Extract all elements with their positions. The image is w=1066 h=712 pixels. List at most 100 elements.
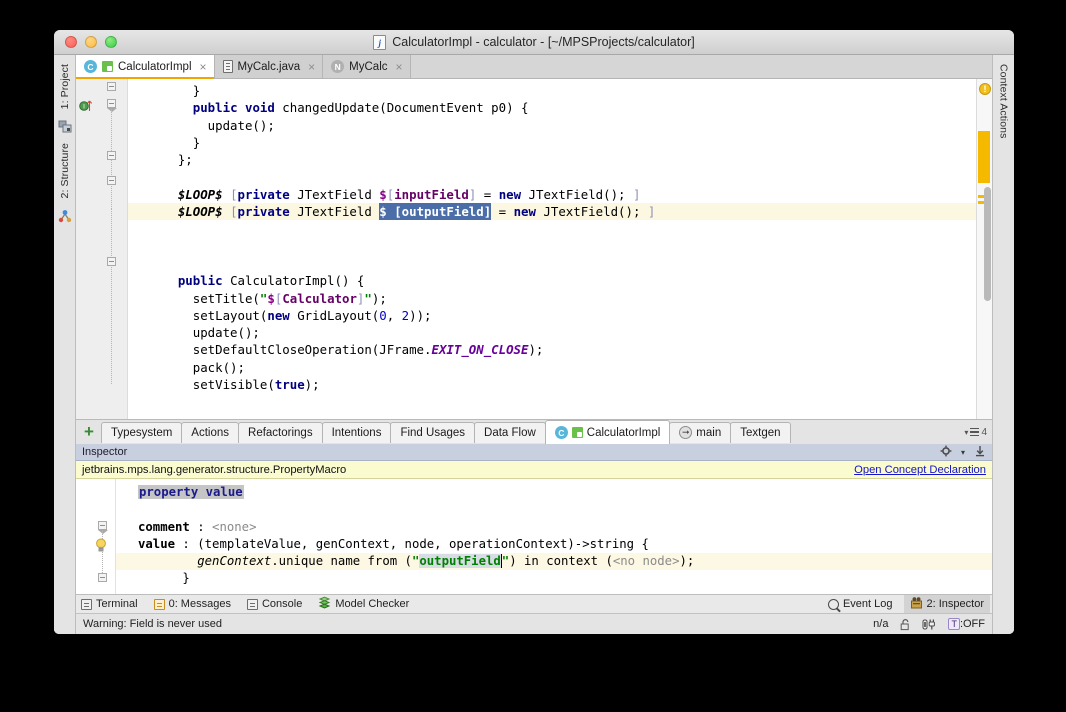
code-token: comment [138, 520, 190, 534]
nodes-graph-icon[interactable] [58, 209, 72, 223]
code-token: public void [193, 100, 275, 115]
status-bar-right: n/a [873, 618, 985, 631]
window-title: CalculatorImpl - calculator - [~/MPSProj… [392, 35, 695, 49]
intention-bulb-icon[interactable] [95, 538, 107, 558]
minimize-button[interactable] [85, 36, 97, 48]
close-icon[interactable]: × [200, 61, 207, 73]
status-bar: Warning: Field is never used n/a [76, 613, 992, 634]
tab-calculatorimpl[interactable]: C CalculatorImpl [545, 420, 671, 444]
code-line: setDefaultCloseOperation(JFrame.EXIT_ON_… [128, 341, 976, 358]
code-editor[interactable]: I } public void changedUpdate(DocumentEv… [76, 79, 992, 419]
close-icon[interactable]: × [396, 61, 403, 73]
inspector-panel[interactable]: property value comment : <none>value : (… [76, 479, 992, 594]
tool-window-bar-right: Event Log 2: Inspect [828, 595, 987, 614]
warning-badge-icon[interactable]: ! [979, 83, 991, 95]
window-title-group: j CalculatorImpl - calculator - [~/MPSPr… [54, 35, 1014, 50]
caret-position: n/a [873, 618, 888, 630]
fold-marker[interactable] [107, 99, 116, 108]
toolwindow-model-checker[interactable]: Model Checker [318, 596, 409, 612]
inspector-concept-bar: jetbrains.mps.lang.generator.structure.P… [76, 461, 992, 479]
tab-label: Data Flow [484, 427, 536, 439]
code-line [128, 168, 976, 185]
tab-overflow-count: 4 [981, 427, 987, 438]
power-plug-icon[interactable] [922, 618, 936, 631]
code-line: value : (templateValue, genContext, node… [116, 536, 992, 553]
code-line: property value [116, 484, 992, 501]
zoom-button[interactable] [105, 36, 117, 48]
code-token: Calculator [282, 291, 357, 306]
svg-text:I: I [83, 104, 85, 111]
editor-tab-label: MyCalc [349, 61, 387, 73]
toolwindow-label: Event Log [843, 598, 893, 610]
tab-intentions[interactable]: Intentions [322, 422, 392, 443]
java-file-icon [223, 60, 233, 73]
warning-marker[interactable] [978, 131, 990, 183]
generator-template-icon [572, 427, 583, 438]
tab-data-flow[interactable]: Data Flow [474, 422, 546, 443]
status-message: Warning: Field is never used [83, 618, 222, 630]
tab-overflow-group[interactable]: ▾ 4 [964, 427, 992, 438]
code-line: genContext.unique name from ("outputFiel… [116, 553, 992, 570]
code-token: , [387, 308, 402, 323]
typing-indicator[interactable]: T:OFF [948, 618, 985, 630]
open-concept-declaration-link[interactable]: Open Concept Declaration [854, 464, 986, 476]
sidebar-tab-project[interactable]: 1: Project [58, 61, 72, 112]
inspector-gutter[interactable] [76, 479, 116, 594]
toolwindow-event-log[interactable]: Event Log [828, 598, 893, 610]
fold-marker[interactable] [107, 151, 116, 160]
code-token [148, 187, 178, 202]
editor-marker-strip[interactable]: ! [976, 79, 992, 419]
tab-textgen[interactable]: Textgen [730, 422, 790, 443]
tab-actions[interactable]: Actions [181, 422, 239, 443]
sidebar-tab-context-actions[interactable]: Context Actions [997, 61, 1011, 141]
tab-main[interactable]: ➞ main [669, 422, 731, 443]
node-icon: N [331, 60, 344, 73]
add-tab-button[interactable]: + [80, 423, 101, 442]
code-line [128, 255, 976, 272]
fold-marker[interactable] [98, 573, 107, 582]
code-text-area[interactable]: } public void changedUpdate(DocumentEven… [128, 79, 976, 419]
window-body: 1: Project 2: Structure [54, 55, 1014, 634]
tab-find-usages[interactable]: Find Usages [390, 422, 475, 443]
close-button[interactable] [65, 36, 77, 48]
tab-typesystem[interactable]: Typesystem [101, 422, 182, 443]
code-token: private [238, 187, 290, 202]
application-window: j CalculatorImpl - calculator - [~/MPSPr… [54, 30, 1014, 634]
desktop-background: j CalculatorImpl - calculator - [~/MPSPr… [0, 0, 1066, 712]
toolwindow-inspector[interactable]: 2: Inspector [904, 595, 990, 614]
overriding-method-icon[interactable]: I [79, 98, 93, 112]
toolwindow-messages[interactable]: 0: Messages [154, 598, 231, 610]
code-token: JTextField [290, 204, 380, 219]
code-token: } [138, 571, 190, 585]
code-token [148, 100, 193, 115]
code-token [148, 273, 178, 288]
tab-refactorings[interactable]: Refactorings [238, 422, 323, 443]
code-token: = [476, 187, 498, 202]
code-line: } [128, 134, 976, 151]
fold-marker[interactable] [107, 82, 116, 91]
close-icon[interactable]: × [308, 61, 315, 73]
concept-icon: C [555, 426, 568, 439]
fold-marker[interactable] [107, 257, 116, 266]
unlocked-icon[interactable] [900, 618, 910, 630]
code-line: update(); [128, 324, 976, 341]
fold-marker[interactable] [98, 521, 107, 530]
fold-marker[interactable] [107, 176, 116, 185]
toolwindow-terminal[interactable]: Terminal [81, 598, 138, 610]
sidebar-tab-structure[interactable]: 2: Structure [58, 140, 72, 201]
code-token: $ [267, 291, 274, 306]
editor-scrollbar-thumb[interactable] [984, 187, 991, 301]
hide-panel-icon[interactable] [974, 445, 986, 460]
toolwindow-console[interactable]: Console [247, 598, 302, 610]
editor-tab-mycalc[interactable]: N MyCalc × [323, 55, 410, 78]
chevron-down-icon[interactable]: ▾ [961, 448, 965, 457]
editor-gutter[interactable]: I [76, 79, 128, 419]
editor-tab-mycalc-java[interactable]: MyCalc.java × [215, 55, 324, 78]
project-structure-icon[interactable] [58, 119, 72, 133]
tab-label: main [696, 427, 721, 439]
tab-label: Refactorings [248, 427, 313, 439]
code-token: $ [outputField] [379, 203, 491, 220]
gear-icon[interactable] [940, 445, 952, 460]
inspector-code-area[interactable]: property value comment : <none>value : (… [116, 479, 992, 594]
editor-tab-calculatorimpl[interactable]: C CalculatorImpl × [76, 55, 215, 78]
